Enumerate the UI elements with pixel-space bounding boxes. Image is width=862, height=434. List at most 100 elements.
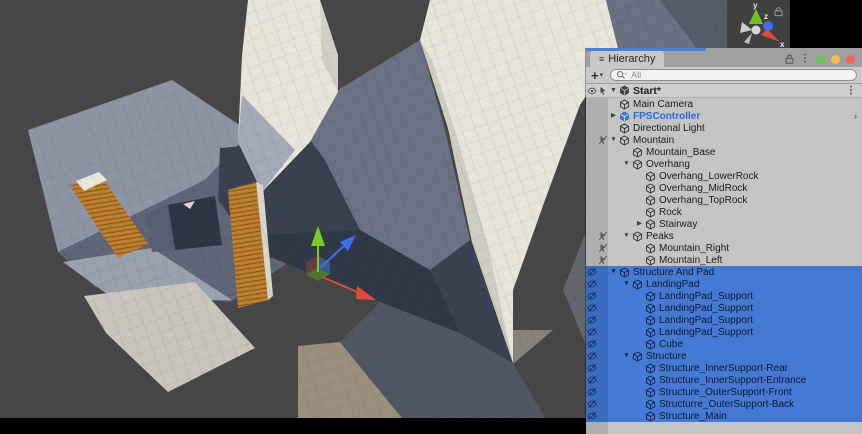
- hierarchy-row[interactable]: ▼ Structure And Pad: [586, 266, 862, 278]
- hierarchy-row[interactable]: ▼ LandingPad: [586, 278, 862, 290]
- panel-menu-icon[interactable]: ⋮: [800, 54, 810, 64]
- hierarchy-row[interactable]: LandingPad_Support: [586, 314, 862, 326]
- prefab-chevron-icon[interactable]: ›: [854, 111, 862, 121]
- visibility-toggle[interactable]: [586, 242, 597, 254]
- picking-toggle[interactable]: [597, 350, 608, 362]
- expand-arrow[interactable]: ▼: [621, 280, 632, 288]
- hierarchy-row[interactable]: ▼ Mountain: [586, 134, 862, 146]
- expand-arrow[interactable]: ▼: [621, 352, 632, 360]
- visibility-toggle[interactable]: [586, 290, 597, 302]
- scene-header-row[interactable]: ▼ Start* ⋮: [586, 84, 862, 98]
- picking-toggle[interactable]: [597, 146, 608, 158]
- hierarchy-row[interactable]: Cube: [586, 338, 862, 350]
- visibility-toggle[interactable]: [586, 374, 597, 386]
- visibility-toggle[interactable]: [586, 314, 597, 326]
- visibility-toggle[interactable]: [586, 218, 597, 230]
- visibility-toggle[interactable]: [586, 98, 597, 110]
- visibility-toggle[interactable]: [586, 278, 597, 290]
- picking-toggle[interactable]: [597, 266, 608, 278]
- hierarchy-row[interactable]: Overhang_MidRock: [586, 182, 862, 194]
- picking-toggle[interactable]: [597, 290, 608, 302]
- picking-toggle[interactable]: [597, 326, 608, 338]
- visibility-toggle[interactable]: [586, 398, 597, 410]
- visibility-toggle[interactable]: [586, 170, 597, 182]
- scene-picking-icon[interactable]: [597, 84, 608, 97]
- hierarchy-row[interactable]: ▶ FPSController ›: [586, 110, 862, 122]
- visibility-toggle[interactable]: [586, 362, 597, 374]
- hierarchy-row[interactable]: Mountain_Base: [586, 146, 862, 158]
- hierarchy-row[interactable]: ▶ Stairway: [586, 218, 862, 230]
- visibility-toggle[interactable]: [586, 266, 597, 278]
- visibility-toggle[interactable]: [586, 410, 597, 422]
- picking-toggle[interactable]: [597, 110, 608, 122]
- visibility-toggle[interactable]: [586, 146, 597, 158]
- expand-arrow[interactable]: ▼: [608, 268, 619, 276]
- hierarchy-row[interactable]: Structure_InnerSupport-Rear: [586, 362, 862, 374]
- visibility-toggle[interactable]: [586, 254, 597, 266]
- picking-toggle[interactable]: [597, 278, 608, 290]
- picking-toggle[interactable]: [597, 230, 608, 242]
- picking-toggle[interactable]: [597, 194, 608, 206]
- traffic-light-green[interactable]: [816, 54, 825, 64]
- picking-toggle[interactable]: [597, 182, 608, 194]
- expand-arrow[interactable]: ▼: [608, 136, 619, 144]
- hierarchy-row[interactable]: Directional Light: [586, 122, 862, 134]
- hierarchy-row[interactable]: LandingPad_Support: [586, 290, 862, 302]
- expand-arrow[interactable]: ▶: [634, 220, 645, 228]
- hierarchy-row[interactable]: Overhang_LowerRock: [586, 170, 862, 182]
- orientation-gizmo[interactable]: y z x: [727, 0, 790, 49]
- picking-toggle[interactable]: [597, 134, 608, 146]
- picking-toggle[interactable]: [597, 386, 608, 398]
- picking-toggle[interactable]: [597, 314, 608, 326]
- visibility-toggle[interactable]: [586, 122, 597, 134]
- lock-icon[interactable]: [785, 54, 794, 64]
- visibility-toggle[interactable]: [586, 194, 597, 206]
- visibility-toggle[interactable]: [586, 326, 597, 338]
- create-menu-button[interactable]: + ▾: [591, 69, 603, 82]
- hierarchy-row[interactable]: Mountain_Left: [586, 254, 862, 266]
- picking-toggle[interactable]: [597, 374, 608, 386]
- visibility-toggle[interactable]: [586, 134, 597, 146]
- picking-toggle[interactable]: [597, 218, 608, 230]
- visibility-toggle[interactable]: [586, 182, 597, 194]
- hierarchy-row[interactable]: Main Camera: [586, 98, 862, 110]
- hierarchy-row[interactable]: Mountain_Right: [586, 242, 862, 254]
- search-input[interactable]: All: [610, 69, 857, 81]
- visibility-toggle[interactable]: [586, 302, 597, 314]
- hierarchy-row[interactable]: Structure_Main: [586, 410, 862, 422]
- tab-hierarchy[interactable]: ≡ Hierarchy: [590, 51, 665, 67]
- picking-toggle[interactable]: [597, 338, 608, 350]
- picking-toggle[interactable]: [597, 254, 608, 266]
- hierarchy-row[interactable]: ▼ Structure: [586, 350, 862, 362]
- traffic-light-yellow[interactable]: [831, 54, 840, 64]
- visibility-toggle[interactable]: [586, 206, 597, 218]
- traffic-light-red[interactable]: [846, 54, 855, 64]
- visibility-toggle[interactable]: [586, 338, 597, 350]
- scene-visibility-icon[interactable]: [586, 84, 597, 97]
- picking-toggle[interactable]: [597, 302, 608, 314]
- hierarchy-row[interactable]: LandingPad_Support: [586, 326, 862, 338]
- expand-arrow[interactable]: ▼: [621, 232, 632, 240]
- picking-toggle[interactable]: [597, 122, 608, 134]
- hierarchy-row[interactable]: Structure_OuterSupport-Front: [586, 386, 862, 398]
- expand-arrow[interactable]: ▼: [621, 160, 632, 168]
- picking-toggle[interactable]: [597, 362, 608, 374]
- hierarchy-row[interactable]: Structure_InnerSupport-Entrance: [586, 374, 862, 386]
- expand-arrow[interactable]: ▶: [608, 112, 619, 120]
- scene-menu-icon[interactable]: ⋮: [846, 85, 862, 96]
- visibility-toggle[interactable]: [586, 350, 597, 362]
- hierarchy-row[interactable]: ▼ Overhang: [586, 158, 862, 170]
- picking-toggle[interactable]: [597, 98, 608, 110]
- picking-toggle[interactable]: [597, 170, 608, 182]
- hierarchy-row[interactable]: ▼ Peaks: [586, 230, 862, 242]
- picking-toggle[interactable]: [597, 242, 608, 254]
- hierarchy-row[interactable]: LandingPad_Support: [586, 302, 862, 314]
- picking-toggle[interactable]: [597, 410, 608, 422]
- hierarchy-row[interactable]: Overhang_TopRock: [586, 194, 862, 206]
- picking-toggle[interactable]: [597, 158, 608, 170]
- hierarchy-row[interactable]: Structurre_OuterSupport-Back: [586, 398, 862, 410]
- picking-toggle[interactable]: [597, 206, 608, 218]
- visibility-toggle[interactable]: [586, 158, 597, 170]
- hierarchy-row[interactable]: Rock: [586, 206, 862, 218]
- visibility-toggle[interactable]: [586, 110, 597, 122]
